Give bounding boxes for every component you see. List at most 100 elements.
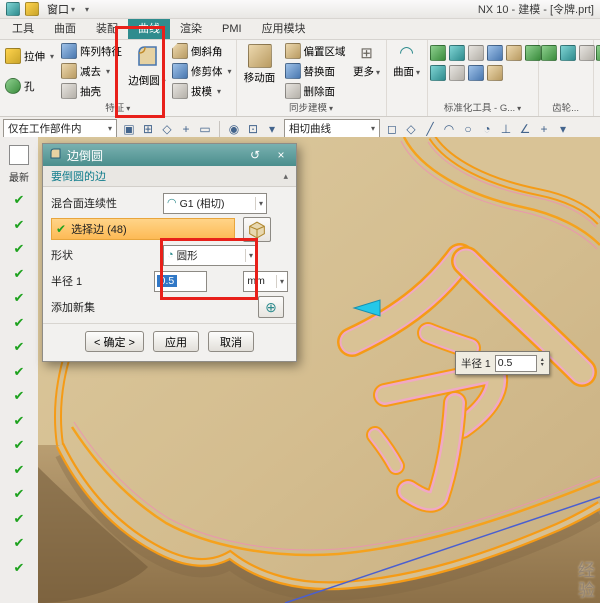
std-tool-icon[interactable] <box>467 45 484 61</box>
quick-access-dropdown-icon[interactable]: ▾ <box>85 5 89 14</box>
tab-tools[interactable]: 工具 <box>2 19 44 39</box>
snap-point-icon[interactable]: + <box>535 120 553 138</box>
pattern-feature-button[interactable]: 阵列特征 <box>59 41 124 61</box>
snap-point-icon[interactable]: ○ <box>459 120 477 138</box>
hole-button[interactable]: 孔 <box>2 71 57 101</box>
history-check-icon[interactable]: ✔ <box>14 531 25 556</box>
replace-face-button[interactable]: 替换面 <box>283 61 348 81</box>
subtract-button[interactable]: 减去 ▾ <box>59 61 124 81</box>
selection-option-icon[interactable]: ◉ <box>225 120 243 138</box>
selection-filter-icon[interactable]: ◇ <box>158 120 176 138</box>
history-check-icon[interactable]: ✔ <box>14 188 25 213</box>
edges-to-blend-section[interactable]: 要倒圆的边 ▴ <box>43 166 296 187</box>
snap-point-icon[interactable]: ◔ <box>478 120 496 138</box>
selection-scope-dropdown[interactable]: 仅在工作部件内 ▾ <box>3 118 117 139</box>
add-new-set-button[interactable]: ⊕ <box>258 296 284 318</box>
dialog-title-bar[interactable]: 边倒圆 ↺ × <box>43 144 296 166</box>
history-check-icon[interactable]: ✔ <box>14 237 25 262</box>
select-edge-row[interactable]: ✔ 选择边 (48) <box>51 218 235 240</box>
snap-point-icon[interactable]: ▾ <box>554 120 572 138</box>
spinner-arrows-icon[interactable]: ▴ ▾ <box>541 357 544 368</box>
ribbon-group-gear-label[interactable]: 齿轮... <box>541 103 591 116</box>
extrude-button[interactable]: 拉伸 ▾ <box>2 41 57 71</box>
history-check-icon[interactable]: ✔ <box>14 335 25 360</box>
snap-point-icon[interactable]: ╱ <box>421 120 439 138</box>
onscreen-radius-field[interactable]: 0.5 <box>494 354 537 372</box>
tab-pmi[interactable]: PMI <box>212 19 252 39</box>
snap-point-icon[interactable]: ∠ <box>516 120 534 138</box>
history-check-icon[interactable]: ✔ <box>14 482 25 507</box>
std-tool-icon[interactable] <box>429 45 446 61</box>
tab-assembly[interactable]: 装配 <box>86 19 128 39</box>
save-icon[interactable] <box>25 2 39 16</box>
surface-button[interactable]: ◠ 曲面 ▾ <box>389 41 425 101</box>
ribbon-group-feature-label[interactable]: 特征 ▾ <box>2 103 234 116</box>
collapse-section-icon[interactable]: ▴ <box>283 171 288 182</box>
gear-tool-icon[interactable] <box>540 45 557 61</box>
history-check-icon[interactable]: ✔ <box>14 433 25 458</box>
gear-tool-icon[interactable] <box>578 45 595 61</box>
blend-preview-button[interactable] <box>243 216 271 242</box>
std-tool-icon[interactable] <box>448 45 465 61</box>
std-tool-icon[interactable] <box>467 65 484 81</box>
history-check-icon[interactable]: ✔ <box>14 458 25 483</box>
edge-blend-button[interactable]: 边倒圆 ▾ <box>126 41 168 101</box>
delete-face-button[interactable]: 删除面 <box>283 81 348 101</box>
window-menu-label: 窗口 <box>47 4 69 16</box>
dialog-reset-button[interactable]: ↺ <box>246 145 264 165</box>
radius-unit-dropdown[interactable]: mm ▾ <box>243 270 289 292</box>
window-menu[interactable]: 窗口 ▾ <box>44 1 78 17</box>
tab-surface[interactable]: 曲面 <box>44 19 86 39</box>
selection-option-icon[interactable]: ▾ <box>263 120 281 138</box>
trim-body-button[interactable]: 修剪体 ▾ <box>170 61 234 81</box>
history-check-icon[interactable]: ✔ <box>14 311 25 336</box>
history-check-icon[interactable]: ✔ <box>14 507 25 532</box>
std-tool-icon[interactable] <box>448 65 465 81</box>
spring-tool-icon[interactable] <box>595 45 600 61</box>
history-check-icon[interactable]: ✔ <box>14 384 25 409</box>
apply-button[interactable]: 应用 <box>152 331 199 352</box>
selection-filter-icon[interactable]: ⊞ <box>139 120 157 138</box>
draft-button[interactable]: 拔模 ▾ <box>170 81 234 101</box>
move-face-button[interactable]: 移动面 <box>239 41 281 101</box>
std-tool-icon[interactable] <box>486 65 503 81</box>
tab-application[interactable]: 应用模块 <box>252 19 316 39</box>
ribbon-group-spring-label[interactable]: 弹簧... <box>596 103 600 116</box>
selection-filter-icon[interactable]: ▭ <box>196 120 214 138</box>
selection-filter-icon[interactable]: + <box>177 120 195 138</box>
tab-render[interactable]: 渲染 <box>170 19 212 39</box>
shell-button[interactable]: 抽壳 <box>59 81 124 101</box>
radius-input[interactable]: 0.5 <box>153 270 208 292</box>
std-tool-icon[interactable] <box>505 45 522 61</box>
snap-point-icon[interactable]: ⊥ <box>497 120 515 138</box>
snap-point-icon[interactable]: ◻ <box>383 120 401 138</box>
history-check-icon[interactable]: ✔ <box>14 360 25 385</box>
std-tool-icon[interactable] <box>486 45 503 61</box>
tab-curve[interactable]: 曲线 <box>128 19 170 39</box>
snap-point-icon[interactable]: ◇ <box>402 120 420 138</box>
more-button[interactable]: ⊞ 更多 ▾ <box>350 41 384 101</box>
history-check-icon[interactable]: ✔ <box>14 213 25 238</box>
history-check-icon[interactable]: ✔ <box>14 556 25 581</box>
offset-region-button[interactable]: 偏置区域 <box>283 41 348 61</box>
replace-face-icon <box>284 63 301 79</box>
cancel-button[interactable]: 取消 <box>207 331 254 352</box>
selection-option-icon[interactable]: ⊡ <box>244 120 262 138</box>
snap-point-icon[interactable]: ◠ <box>440 120 458 138</box>
chamfer-button[interactable]: 倒斜角 <box>170 41 234 61</box>
history-check-icon[interactable]: ✔ <box>14 409 25 434</box>
history-check-icon[interactable]: ✔ <box>14 262 25 287</box>
ribbon-group-std-tools-label[interactable]: 标准化工具 - G... ▾ <box>430 103 536 116</box>
navigator-page-icon[interactable] <box>9 145 29 165</box>
curve-rule-dropdown[interactable]: 相切曲线 ▾ <box>284 118 380 139</box>
continuity-dropdown[interactable]: ◠ G1 (相切) ▾ <box>163 192 267 214</box>
ribbon-group-synchronous-label[interactable]: 同步建模 ▾ <box>239 103 384 116</box>
gear-tool-icon[interactable] <box>559 45 576 61</box>
std-tool-icon[interactable] <box>429 65 446 81</box>
shape-dropdown[interactable]: ◔ 圆形 ▾ <box>163 244 257 266</box>
ribbon: 拉伸 ▾ 孔 阵列特征 减去 ▾ 抽壳 边倒圆 ▾ 倒斜角 修剪体 ▾ 拔模 ▾… <box>0 40 600 117</box>
ok-button[interactable]: < 确定 > <box>85 331 144 352</box>
dialog-close-button[interactable]: × <box>272 145 290 165</box>
selection-filter-icon[interactable]: ▣ <box>120 120 138 138</box>
history-check-icon[interactable]: ✔ <box>14 286 25 311</box>
